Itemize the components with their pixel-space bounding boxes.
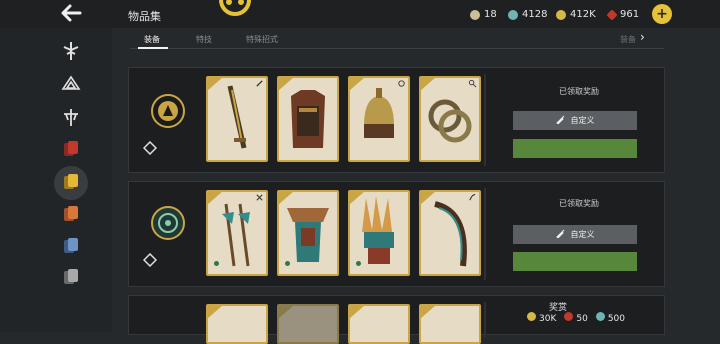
orange-cards-icon[interactable]: [62, 205, 82, 225]
customize-button[interactable]: 自定义: [513, 111, 637, 130]
currency-gold: 412K: [556, 9, 596, 20]
reward-list: 30K 50 500: [527, 312, 625, 324]
brush-icon: [555, 229, 565, 240]
ruby-icon: [606, 8, 618, 21]
item-card[interactable]: [348, 190, 410, 276]
item-card[interactable]: [206, 190, 268, 276]
red-cards-icon[interactable]: [62, 140, 82, 160]
customize-label: 自定义: [570, 116, 595, 125]
bracer-type-icon: [468, 79, 477, 88]
tab-active-indicator: [138, 47, 168, 49]
item-card[interactable]: [348, 304, 410, 344]
gold-cards-icon[interactable]: [62, 173, 82, 193]
steel-icon: [595, 312, 605, 321]
chest-armor-icon: [291, 90, 325, 148]
set-row-3: 奖赏 30K 50 500: [128, 295, 665, 344]
back-arrow-icon[interactable]: [58, 2, 84, 24]
tab-feats[interactable]: 特技: [196, 34, 212, 45]
reward-claimed-label: 已领取奖励: [559, 199, 599, 208]
currency-crossed-swords: 18: [470, 9, 497, 20]
item-card[interactable]: [206, 304, 268, 344]
helmet-type-icon: [398, 80, 405, 87]
helmet-icon: [364, 88, 394, 138]
currency-value: 18: [484, 9, 497, 20]
item-card[interactable]: [419, 76, 481, 162]
add-currency-button[interactable]: +: [652, 4, 672, 24]
item-card[interactable]: [277, 304, 339, 344]
item-card[interactable]: [348, 76, 410, 162]
item-card[interactable]: [206, 76, 268, 162]
steel-icon: [508, 9, 518, 20]
blade-type-icon: [469, 194, 476, 201]
apply-button[interactable]: [513, 139, 637, 158]
currency-value: 412K: [570, 9, 596, 20]
set-rank-icon: [142, 252, 158, 268]
currency-steel: 4128: [508, 9, 547, 20]
card-corner: [208, 306, 223, 319]
sword-type-icon: [256, 80, 263, 87]
axe-type-icon: [256, 194, 263, 201]
gold-coin-icon: [556, 9, 566, 20]
customize-label: 自定义: [570, 230, 595, 239]
customize-button[interactable]: 自定义: [513, 225, 637, 244]
ruby-icon: [564, 312, 574, 321]
reward-value: 500: [607, 314, 625, 324]
set-row-2: 已领取奖励 自定义: [128, 181, 665, 287]
tab-equipment-right[interactable]: 装备: [620, 34, 636, 45]
reward-gold: 30K: [527, 312, 556, 324]
set-row-1: 已领取奖励 自定义: [128, 67, 665, 173]
gold-coin-icon: [527, 312, 536, 321]
heroes-icon[interactable]: [60, 40, 82, 62]
item-card[interactable]: [419, 304, 481, 344]
card-corner: [279, 306, 294, 319]
tab-bar: 装备 特技 特殊招式 装备 ›: [128, 28, 668, 50]
curved-blade-icon: [434, 201, 467, 267]
row-divider: [484, 302, 486, 338]
equipped-dot: [285, 261, 290, 266]
equipped-dot: [214, 261, 219, 266]
tab-equipment[interactable]: 装备: [144, 34, 160, 45]
sword-icon: [227, 85, 247, 149]
row-divider: [484, 74, 486, 166]
card-corner: [421, 306, 436, 319]
currency-value: 4128: [522, 9, 548, 20]
reward-value: 50: [576, 314, 588, 324]
card-corner: [350, 306, 365, 319]
crossed-swords-icon: [470, 9, 480, 20]
grey-cards-icon[interactable]: [62, 268, 82, 288]
item-card[interactable]: [277, 190, 339, 276]
brush-icon: [555, 115, 565, 126]
bracers-icon: [428, 99, 472, 143]
row-divider: [484, 188, 486, 280]
apply-button[interactable]: [513, 252, 637, 271]
currency-value: 961: [620, 9, 640, 20]
tab-special-moves[interactable]: 特殊招式: [246, 34, 278, 45]
reward-value: 30K: [539, 314, 557, 324]
chevron-right-icon[interactable]: ›: [640, 30, 645, 44]
emblem-icon[interactable]: [60, 74, 82, 96]
reward-claimed-label: 已领取奖励: [559, 87, 599, 96]
tab-underline: [130, 48, 664, 49]
item-card[interactable]: [419, 190, 481, 276]
executions-icon[interactable]: [60, 106, 82, 128]
set-badge-icon: [151, 94, 185, 128]
set-rank-icon: [142, 140, 158, 156]
reward-ruby: 50: [564, 312, 588, 324]
page-title: 物品集: [128, 10, 161, 23]
equipped-dot: [356, 261, 361, 266]
reward-steel: 500: [595, 312, 625, 324]
item-card[interactable]: [277, 76, 339, 162]
currency-ruby: 961: [606, 8, 640, 21]
set-badge-icon: [151, 206, 185, 240]
faction-emblem-icon: [218, 0, 252, 18]
blue-cards-icon[interactable]: [62, 237, 82, 257]
